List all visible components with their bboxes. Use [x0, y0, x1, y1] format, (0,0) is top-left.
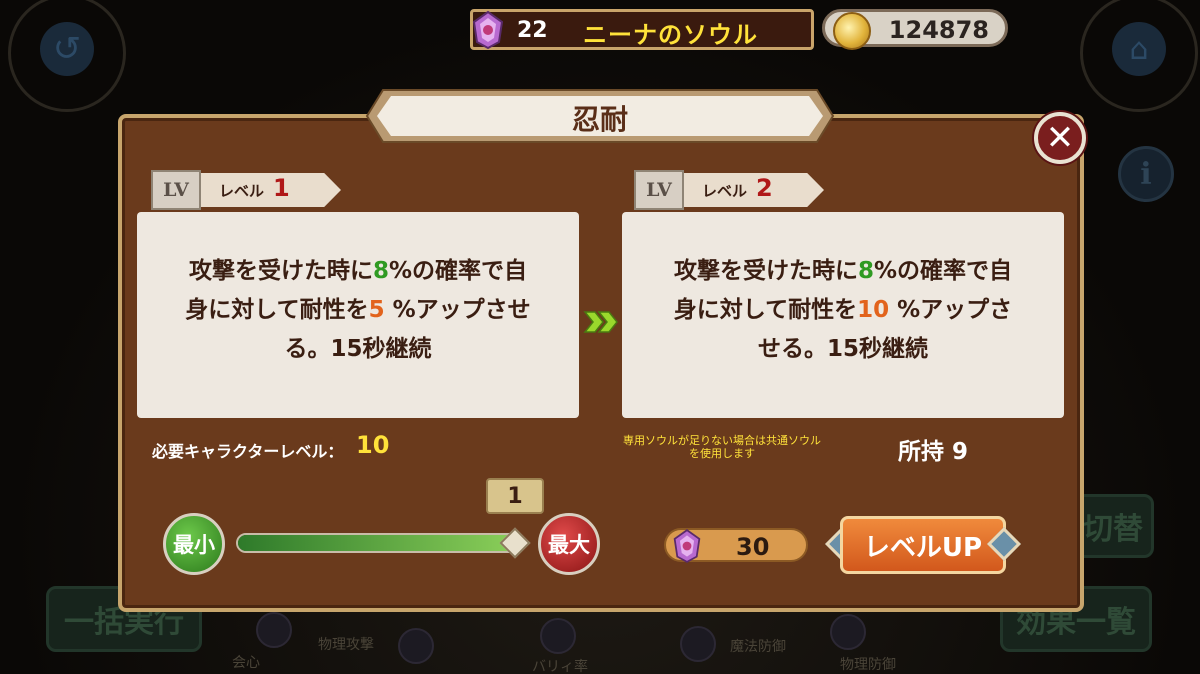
lv-badge: LV	[634, 170, 684, 210]
chevron-right-icon	[583, 311, 618, 333]
note-line: を使用します	[689, 447, 755, 460]
slider-value: 1	[507, 483, 523, 509]
desc-chance: 8	[857, 258, 874, 284]
desc-amount: 5	[368, 297, 385, 323]
stat-node	[256, 612, 292, 648]
level-text: レベル	[702, 182, 748, 200]
next-description: 攻撃を受けた時に8%の確率で自 身に対して耐性を10 %アップさ せる。15秒継…	[636, 252, 1050, 369]
level-up-face: レベルUP	[840, 516, 1006, 574]
close-icon: ✕	[1045, 118, 1075, 158]
next-level-tab: LV レベル 2	[634, 170, 844, 210]
level-text: レベル	[219, 182, 265, 200]
soul-name: ニーナのソウル	[583, 21, 758, 49]
stat-label: 物理攻撃	[318, 637, 374, 653]
title-container: 忍耐	[365, 86, 835, 146]
dialog-title: 忍耐	[571, 103, 628, 136]
soul-gem-icon	[472, 10, 504, 50]
stat-label: 会心	[232, 655, 260, 671]
current-level-value: 1	[273, 174, 290, 202]
level-slider-track[interactable]	[236, 533, 522, 553]
soul-cost-value: 30	[736, 533, 770, 561]
level-up-label: レベルUP	[863, 532, 983, 563]
current-description: 攻撃を受けた時に8%の確率で自 身に対して耐性を5 %アップさせ る。15秒継続	[151, 252, 565, 369]
lv-badge: LV	[151, 170, 201, 210]
soul-counter: 22 ニーナのソウル	[470, 9, 814, 50]
slider-value-bubble: 1	[486, 478, 544, 514]
stat-node	[680, 626, 716, 662]
next-level-label: レベル 2	[684, 173, 824, 207]
owned-value: 9	[952, 439, 969, 465]
desc-chance: 8	[372, 258, 389, 284]
max-label: 最大	[548, 533, 590, 557]
soul-gem-icon	[673, 529, 701, 563]
stat-node	[540, 618, 576, 654]
desc-text: %の確率で自	[388, 258, 528, 284]
stat-node	[830, 614, 866, 650]
note-line: 専用ソウルが足りない場合は共通ソウル	[623, 434, 821, 447]
stat-label: 魔法防御	[730, 639, 786, 655]
current-level-label: レベル 1	[201, 173, 341, 207]
requirement-value: 10	[356, 431, 390, 459]
desc-text: 身に対して耐性を	[185, 297, 369, 323]
coin-value: 124878	[888, 16, 989, 44]
next-description-card: 攻撃を受けた時に8%の確率で自 身に対して耐性を10 %アップさ せる。15秒継…	[622, 212, 1064, 418]
stat-label: 物理防御	[840, 657, 896, 673]
level-up-button[interactable]: レベルUP	[825, 512, 1021, 578]
info-icon[interactable]: i	[1118, 146, 1174, 202]
next-level-value: 2	[756, 174, 773, 202]
owned-label: 所持	[898, 439, 944, 465]
home-icon[interactable]: ⌂	[1112, 22, 1166, 76]
desc-text: %の確率で自	[873, 258, 1013, 284]
requirement-label: 必要キャラクターレベル：	[152, 442, 344, 461]
coin-icon	[833, 12, 871, 50]
desc-text: 攻撃を受けた時に	[188, 258, 373, 284]
min-label: 最小	[173, 533, 215, 557]
stat-node	[398, 628, 434, 664]
stat-label: バリィ率	[532, 659, 588, 674]
back-icon[interactable]: ↺	[40, 22, 94, 76]
desc-text: る。15秒継続	[284, 336, 432, 362]
desc-amount: 10	[857, 297, 890, 323]
desc-text: 身に対して耐性を	[673, 297, 858, 323]
max-button[interactable]: 最大	[538, 513, 600, 575]
desc-text: %アップさせ	[384, 297, 531, 323]
close-button[interactable]: ✕	[1034, 112, 1086, 164]
current-level-tab: LV レベル 1	[151, 170, 361, 210]
switch-label: 切替	[1083, 512, 1143, 547]
soul-cost: 30	[664, 528, 808, 563]
desc-text: 攻撃を受けた時に	[673, 258, 858, 284]
coin-counter: 124878	[822, 9, 1008, 50]
min-button[interactable]: 最小	[163, 513, 225, 575]
owned-count: 所持 9	[898, 432, 968, 466]
current-description-card: 攻撃を受けた時に8%の確率で自 身に対して耐性を5 %アップさせ る。15秒継続	[137, 212, 579, 418]
soul-count: 22	[517, 18, 548, 43]
level-slider-fill	[238, 535, 520, 551]
desc-text: せる。15秒継続	[757, 336, 928, 362]
desc-text: %アップさ	[889, 297, 1013, 323]
common-soul-note: 専用ソウルが足りない場合は共通ソウル を使用します	[622, 434, 822, 460]
